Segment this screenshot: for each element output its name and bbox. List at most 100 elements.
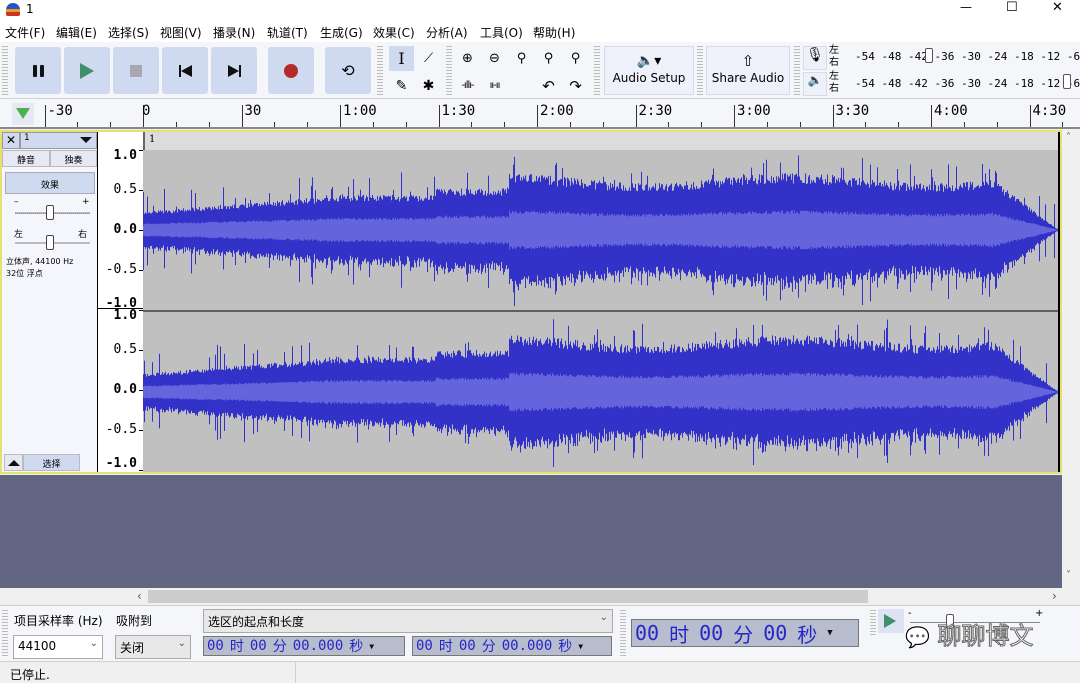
select-track-button[interactable]: 选择 [23, 454, 80, 471]
skip-to-start-button[interactable] [162, 47, 208, 94]
fit-project-button[interactable]: ⚲ [536, 46, 561, 71]
fit-selection-button[interactable]: ⚲ [509, 46, 534, 71]
selection-tool[interactable]: I [389, 46, 414, 71]
playback-meter-scale[interactable]: -54 -48 -42 -36 -30 -24 -18 -12 -6 0 [855, 77, 1080, 90]
menu-tracks[interactable]: 轨道(T) [267, 24, 308, 41]
toolbar-grip[interactable] [2, 610, 8, 658]
selection-length-time[interactable]: 00 时 00 分 00.000 秒 ▼ [412, 636, 612, 656]
clip-header[interactable]: 1 [143, 132, 1058, 150]
track-bit-depth-info: 32位 浮点 [6, 269, 43, 278]
play-button[interactable] [64, 47, 110, 94]
waveform-clip[interactable]: 1 [143, 132, 1058, 472]
mute-button[interactable]: 静音 [2, 150, 50, 167]
draw-tool[interactable]: ✎ [389, 73, 414, 98]
pause-button[interactable] [15, 47, 61, 94]
silence-icon: ıı-ıı [489, 80, 501, 91]
watermark: 💬 聊聊博文 [905, 622, 1035, 651]
menu-view[interactable]: 视图(V) [160, 24, 202, 41]
toolbar-grip[interactable] [870, 610, 876, 636]
silence-button[interactable]: ıı-ıı [482, 73, 507, 98]
vertical-scrollbar[interactable]: ˄ ˅ [1062, 130, 1080, 590]
minimize-button[interactable]: — [960, 0, 972, 14]
timeline-ruler[interactable]: -30 0 30 1:00 1:30 2:00 2:30 3:00 3:30 4:00 4:30 [0, 99, 1080, 129]
solo-button[interactable]: 独奏 [50, 150, 97, 167]
menu-tools[interactable]: 工具(O) [480, 24, 523, 41]
amplitude-label: -0.5 [105, 422, 137, 437]
amplitude-label: 0.0 [113, 382, 137, 397]
ruler-minor-tick [963, 122, 965, 127]
ruler-minor-tick [569, 122, 571, 127]
scroll-thumb[interactable] [148, 590, 868, 603]
gain-slider[interactable] [46, 205, 54, 220]
menu-analyze[interactable]: 分析(A) [426, 24, 468, 41]
redo-button[interactable]: ↷ [563, 73, 588, 98]
menu-file[interactable]: 文件(F) [5, 24, 45, 41]
pan-slider[interactable] [46, 235, 54, 250]
record-meter-scale[interactable]: -54 -48 -42 -36 -30 -24 -18 -12 -6 0 [855, 50, 1080, 63]
project-rate-select[interactable]: 44100 ⌄ [13, 635, 103, 659]
ruler-major-tick [832, 105, 834, 127]
audio-position-display[interactable]: 00 时 00 分 00 秒 ▼ [631, 619, 859, 647]
scroll-right-icon[interactable]: › [1052, 589, 1057, 603]
zoom-toggle-icon: ⚲ [570, 51, 581, 66]
toolbar-grip[interactable] [794, 46, 800, 95]
play-head-button[interactable] [12, 103, 34, 125]
ruler-major-tick [635, 105, 637, 127]
playback-meter-button[interactable]: 🔈 [803, 72, 827, 96]
undo-icon: ↶ [542, 76, 555, 95]
envelope-tool[interactable]: ⟋ [416, 46, 441, 71]
close-track-button[interactable]: ✕ [2, 132, 20, 149]
record-level-slider[interactable] [925, 48, 933, 63]
ruler-label: 1:30 [441, 103, 476, 119]
menu-select[interactable]: 选择(S) [108, 24, 149, 41]
audio-setup-button[interactable]: 🔈▾ Audio Setup [604, 46, 694, 95]
dropdown-arrow-icon: ▼ [369, 641, 375, 651]
waveform-display[interactable] [143, 150, 1058, 472]
close-button[interactable]: ✕ [1052, 0, 1063, 15]
menu-generate[interactable]: 生成(G) [320, 24, 363, 41]
dropdown-arrow-icon [80, 137, 92, 143]
menu-transport[interactable]: 播录(N) [213, 24, 255, 41]
undo-button[interactable]: ↶ [536, 73, 561, 98]
zoom-out-button[interactable]: ⊖ [482, 46, 507, 71]
zoom-toggle-button[interactable]: ⚲ [563, 46, 588, 71]
selection-start-time[interactable]: 00 时 00 分 00.000 秒 ▼ [203, 636, 405, 656]
playback-level-slider[interactable] [1063, 74, 1071, 89]
stop-button[interactable] [113, 47, 159, 94]
snap-to-select[interactable]: 关闭 ⌄ [115, 635, 191, 659]
toolbar-grip[interactable] [620, 610, 626, 658]
collapse-track-button[interactable] [4, 454, 23, 471]
amplitude-label: 0.5 [113, 182, 137, 197]
scroll-down-icon[interactable]: ˅ [1066, 570, 1071, 581]
selection-mode-select[interactable]: 选区的起点和长度 ⌄ [203, 609, 613, 633]
toolbar-grip[interactable] [446, 46, 452, 95]
empty-track-area[interactable] [0, 475, 1064, 588]
stop-icon [130, 64, 142, 77]
play-at-speed-button[interactable] [878, 609, 904, 633]
multi-tool[interactable]: ✱ [416, 73, 441, 98]
chevron-down-icon: ⌄ [177, 638, 186, 649]
loop-button[interactable]: ⟲ [325, 47, 371, 94]
ruler-minor-tick [307, 122, 309, 127]
track-menu-button[interactable]: 1 [20, 132, 97, 149]
collapse-up-icon [8, 460, 20, 466]
menu-effect[interactable]: 效果(C) [373, 24, 415, 41]
ruler-minor-tick [175, 122, 177, 127]
toolbar-grip[interactable] [594, 46, 600, 95]
share-audio-button[interactable]: ⇧ Share Audio [706, 46, 790, 95]
toolbar-grip[interactable] [2, 46, 8, 95]
zoom-in-button[interactable]: ⊕ [455, 46, 480, 71]
menu-help[interactable]: 帮助(H) [533, 24, 575, 41]
toolbar-grip[interactable] [697, 46, 703, 95]
effects-button[interactable]: 效果 [5, 172, 95, 194]
menu-edit[interactable]: 编辑(E) [56, 24, 97, 41]
scroll-left-icon[interactable]: ‹ [137, 589, 142, 603]
maximize-button[interactable]: ☐ [1006, 0, 1018, 15]
toolbar-grip[interactable] [377, 46, 383, 95]
trim-button[interactable]: -ıllı- [455, 73, 480, 98]
record-button[interactable] [268, 47, 314, 94]
record-meter-button[interactable]: 🎙 [803, 46, 827, 70]
scroll-up-icon[interactable]: ˄ [1066, 132, 1071, 143]
skip-to-end-button[interactable] [211, 47, 257, 94]
horizontal-scrollbar[interactable]: ‹ › [0, 588, 1080, 605]
